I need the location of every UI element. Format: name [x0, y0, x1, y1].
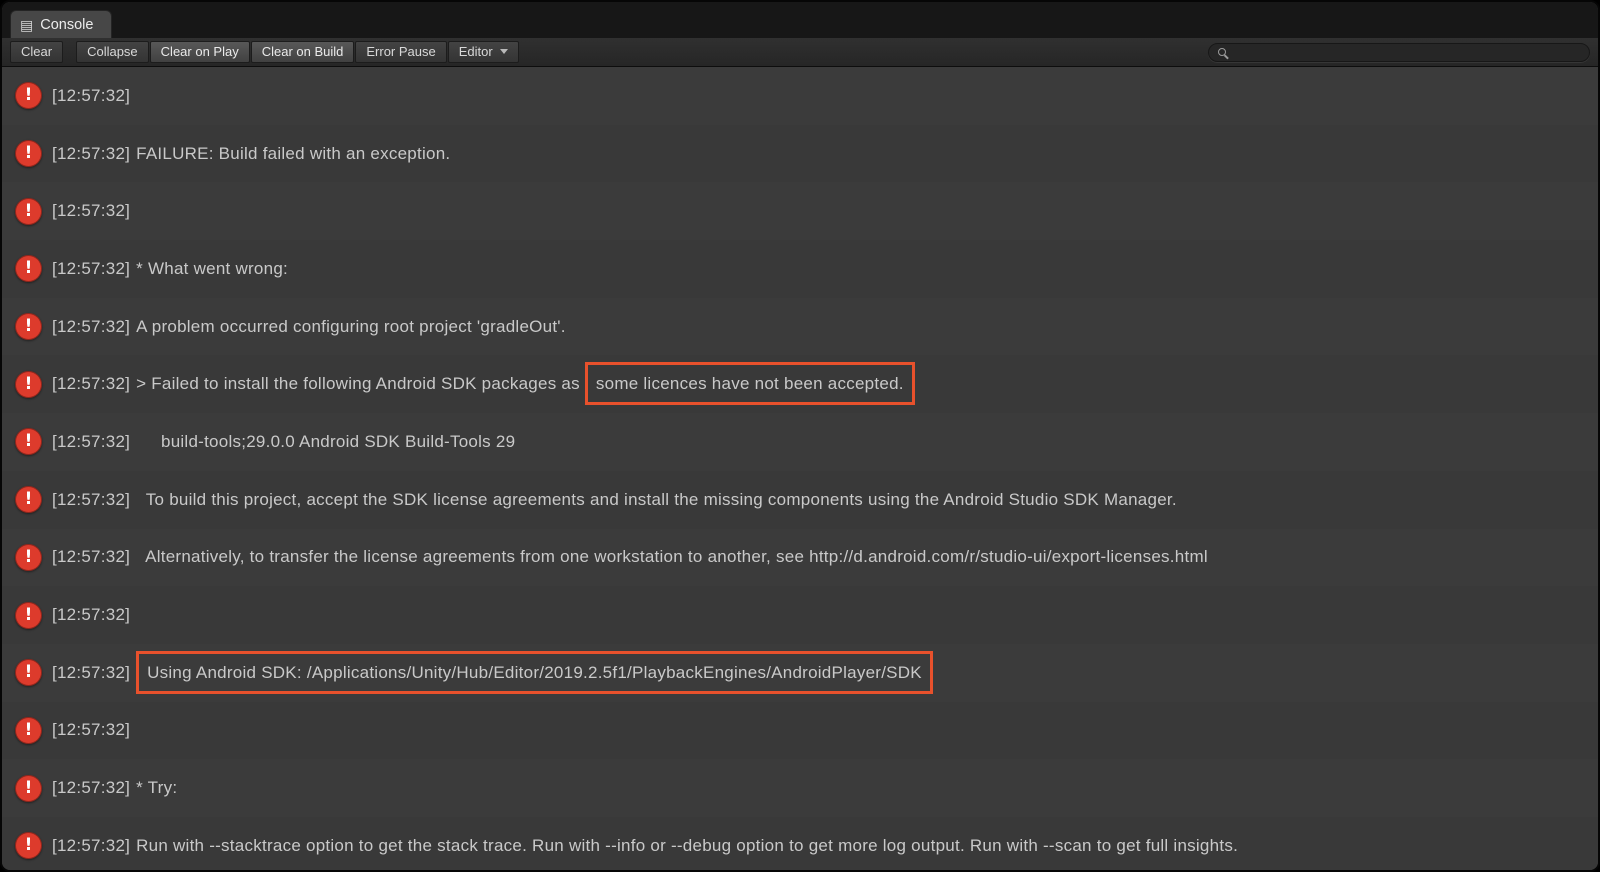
tab-console[interactable]: ▤ Console [10, 10, 112, 38]
log-timestamp: [12:57:32] [52, 86, 130, 105]
tab-bar: ▤ Console [2, 2, 1598, 38]
error-icon: ! [15, 832, 42, 859]
log-text: [12:57:32] To build this project, accept… [52, 490, 1177, 510]
log-text: [12:57:32] > Failed to install the follow… [52, 374, 915, 394]
toolbar-button-label: Error Pause [366, 44, 435, 59]
console-log: ! [12:57:32]! [12:57:32] FAILURE: Build fai… [2, 67, 1598, 872]
search-box[interactable] [1208, 43, 1590, 62]
error-icon: ! [15, 428, 42, 455]
error-icon: ! [15, 371, 42, 398]
log-timestamp: [12:57:32] [52, 259, 130, 278]
log-entry[interactable]: ! [12:57:32] [2, 67, 1598, 125]
error-icon: ! [15, 486, 42, 513]
toolbar-button-label: Clear on Play [161, 44, 239, 59]
log-message-text: * What went wrong: [136, 259, 288, 278]
log-entry[interactable]: ! [12:57:32] build-tools;29.0.0 Android S… [2, 413, 1598, 471]
log-text: [12:57:32] [52, 201, 136, 221]
log-entry[interactable]: ! [12:57:32] Run with --stacktrace option … [2, 817, 1598, 872]
toolbar-button-group: Clear Collapse Clear on Play Clear on Build… [10, 41, 520, 63]
toolbar-button-label: Collapse [87, 44, 138, 59]
log-entry[interactable]: ! [12:57:32] [2, 586, 1598, 644]
toolbar-button-label: Clear [21, 44, 52, 59]
error-icon: ! [15, 544, 42, 571]
console-icon: ▤ [20, 18, 33, 32]
error-icon: ! [15, 659, 42, 686]
log-timestamp: [12:57:32] [52, 144, 130, 163]
log-message-text: A problem occurred configuring root proj… [136, 317, 566, 336]
log-message-text: > Failed to install the following Androi… [136, 374, 585, 393]
error-icon: ! [15, 255, 42, 282]
highlight-box: Using Android SDK: /Applications/Unity/H… [136, 651, 933, 694]
highlight-box: some licences have not been accepted. [585, 362, 915, 405]
log-entry[interactable]: ! [12:57:32] [2, 182, 1598, 240]
log-timestamp: [12:57:32] [52, 836, 130, 855]
error-icon: ! [15, 140, 42, 167]
toolbar-button-clear-on-build[interactable]: Clear on Build [251, 41, 355, 63]
log-text: [12:57:32] A problem occurred configuring… [52, 317, 566, 337]
toolbar-button-clear-on-play[interactable]: Clear on Play [150, 41, 250, 63]
log-timestamp: [12:57:32] [52, 720, 130, 739]
chevron-down-icon [500, 49, 508, 54]
console-toolbar: Clear Collapse Clear on Play Clear on Build… [2, 38, 1598, 67]
log-text: [12:57:32] Run with --stacktrace option t… [52, 836, 1238, 856]
search-icon [1218, 48, 1226, 56]
toolbar-button-label: Editor [459, 44, 493, 59]
log-message-text: Alternatively, to transfer the license a… [136, 547, 1208, 566]
toolbar-button-clear[interactable]: Clear [10, 41, 63, 63]
log-text: [12:57:32] [52, 605, 136, 625]
log-entry[interactable]: ! [12:57:32] > Failed to install the follo… [2, 355, 1598, 413]
log-text: [12:57:32]Using Android SDK: /Applicatio… [52, 663, 933, 683]
error-icon: ! [15, 775, 42, 802]
toolbar-button-label: Clear on Build [262, 44, 344, 59]
log-text: [12:57:32] Alternatively, to transfer th… [52, 547, 1208, 567]
log-message-text: To build this project, accept the SDK li… [136, 490, 1177, 509]
console-window: ▤ Console ClearCollapseClear on PlayClea… [0, 0, 1600, 872]
log-entry[interactable]: ![12:57:32]Using Android SDK: /Applicati… [2, 644, 1598, 702]
log-timestamp: [12:57:32] [52, 605, 130, 624]
toolbar-button-error-pause[interactable]: Error Pause [355, 41, 446, 63]
error-icon: ! [15, 602, 42, 629]
log-message-text: FAILURE: Build failed with an exception. [136, 144, 450, 163]
log-timestamp: [12:57:32] [52, 778, 130, 797]
toolbar-button-editor[interactable]: Editor [448, 41, 519, 63]
log-entry[interactable]: ! [12:57:32] A problem occurred configurin… [2, 298, 1598, 356]
log-text: [12:57:32] build-tools;29.0.0 Android SD… [52, 432, 515, 452]
log-message-text: * Try: [136, 778, 177, 797]
toolbar-button-collapse[interactable]: Collapse [76, 41, 149, 63]
log-entry[interactable]: ! [12:57:32] * What went wrong: [2, 240, 1598, 298]
error-icon: ! [15, 198, 42, 225]
log-entry[interactable]: ! [12:57:32] To build this project, accep… [2, 471, 1598, 529]
log-entry[interactable]: ! [12:57:32] Alternatively, to transfer t… [2, 529, 1598, 587]
error-icon: ! [15, 82, 42, 109]
log-entry[interactable]: ! [12:57:32] * Try: [2, 759, 1598, 817]
search-input[interactable] [1233, 44, 1580, 60]
log-timestamp: [12:57:32] [52, 317, 130, 336]
log-timestamp: [12:57:32] [52, 490, 130, 509]
tab-label: Console [40, 17, 93, 33]
log-text: [12:57:32] * Try: [52, 778, 177, 798]
log-timestamp: [12:57:32] [52, 663, 130, 682]
log-text: [12:57:32] * What went wrong: [52, 259, 288, 279]
log-text: [12:57:32] [52, 86, 136, 106]
log-entry[interactable]: ! [12:57:32] [2, 702, 1598, 760]
log-timestamp: [12:57:32] [52, 201, 130, 220]
log-message-text: Run with --stacktrace option to get the … [136, 836, 1238, 855]
log-timestamp: [12:57:32] [52, 432, 130, 451]
log-timestamp: [12:57:32] [52, 547, 130, 566]
log-entry[interactable]: ! [12:57:32] FAILURE: Build failed with an… [2, 125, 1598, 183]
log-text: [12:57:32] FAILURE: Build failed with an … [52, 144, 450, 164]
log-message-text: build-tools;29.0.0 Android SDK Build-Too… [136, 432, 515, 451]
error-icon: ! [15, 717, 42, 744]
error-icon: ! [15, 313, 42, 340]
log-timestamp: [12:57:32] [52, 374, 130, 393]
log-text: [12:57:32] [52, 720, 136, 740]
